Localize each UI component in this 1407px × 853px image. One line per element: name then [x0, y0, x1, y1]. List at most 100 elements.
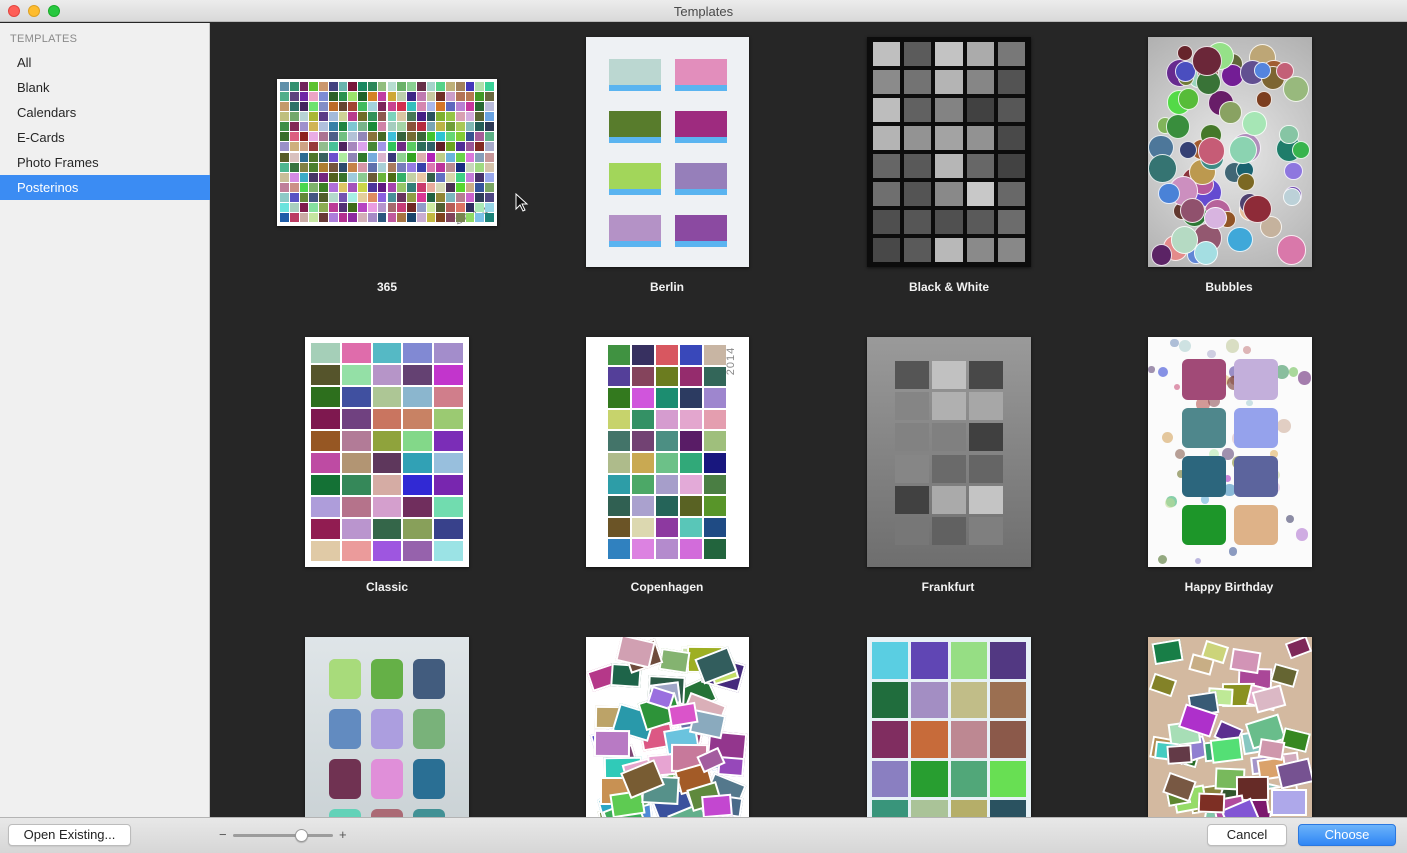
thumbnail-photo-cell: [475, 112, 485, 122]
thumbnail-photo-cell: [475, 182, 485, 192]
thumbnail-photo-cell: [704, 539, 726, 559]
thumbnail-photo-cell: [997, 182, 1025, 206]
thumbnail-photo-cell: [455, 102, 465, 112]
choose-button[interactable]: Choose: [1298, 824, 1396, 846]
thumbnail-photo-cell: [446, 182, 455, 192]
thumbnail-photo-cell: [1234, 359, 1278, 400]
thumbnail-photo-cell: [680, 431, 702, 451]
zoom-in-icon[interactable]: +: [339, 827, 347, 842]
thumbnail-photo-cell: [397, 82, 407, 92]
template-thumbnail-black-and-white[interactable]: [867, 37, 1031, 267]
sidebar-item-calendars[interactable]: Calendars: [0, 100, 210, 125]
thumbnail-photo-cell: [309, 82, 319, 92]
thumbnail-photo-cell: [632, 345, 654, 365]
thumbnail-photo-cell: [367, 122, 377, 132]
thumbnail-photo-cell: [969, 392, 1003, 421]
thumbnail-photo-cell: [895, 485, 929, 514]
thumbnail-bubble: [1229, 135, 1257, 164]
thumbnail-photo-cell: [446, 212, 455, 222]
thumbnail-photo-cell: [485, 102, 494, 112]
template-thumbnail-calendar[interactable]: 2014: [305, 637, 469, 817]
cancel-button[interactable]: Cancel: [1207, 824, 1287, 846]
thumbnail-photo-cell: [319, 152, 328, 162]
thumbnail-photo-cell: [434, 431, 463, 451]
thumbnail-photo-cell: [377, 162, 387, 172]
thumbnail-photo-cell: [367, 82, 377, 92]
template-thumbnail-365[interactable]: 2014: [277, 79, 497, 226]
thumbnail-photo-cell: [475, 132, 485, 142]
template-thumbnail-scattered[interactable]: [586, 637, 749, 817]
thumbnail-photo-cell: [935, 70, 963, 94]
thumbnail-photo-cell: [329, 709, 361, 749]
template-thumbnail-classic[interactable]: [305, 337, 469, 567]
thumbnail-photo-cell: [608, 539, 630, 559]
thumbnail-photo-cell: [407, 122, 416, 132]
thumbnail-photo-cell: [367, 172, 377, 182]
thumbnail-photo-cell: [969, 485, 1003, 514]
template-thumbnail-berlin[interactable]: [586, 37, 749, 267]
thumbnail-photo-cell: [367, 152, 377, 162]
sidebar-item-blank[interactable]: Blank: [0, 75, 210, 100]
thumbnail-photo-cell: [873, 98, 901, 122]
template-thumbnail-copenhagen[interactable]: 2014: [586, 337, 749, 567]
thumbnail-photo-cell: [338, 152, 348, 162]
thumbnail-photo-cell: [299, 162, 309, 172]
thumbnail-photo-cell: [465, 112, 475, 122]
sidebar-item-photo-frames[interactable]: Photo Frames: [0, 150, 210, 175]
thumbnail-photo-cell: [608, 409, 630, 430]
thumbnail-photo-cell: [387, 112, 397, 122]
thumbnail-bubble: [1164, 497, 1175, 508]
open-existing-button[interactable]: Open Existing...: [8, 824, 131, 846]
thumbnail-photo-cell: [434, 409, 463, 429]
thumbnail-photo-cell: [656, 517, 678, 538]
thumbnail-photo-cell: [904, 126, 932, 150]
thumbnail-photo-cell: [377, 112, 387, 122]
template-thumbnail-bubbles[interactable]: [1148, 37, 1312, 267]
thumbnail-photo-cell: [367, 132, 377, 142]
thumbnail-photo-cell: [455, 132, 465, 142]
thumbnail-photo-cell: [416, 92, 426, 102]
sidebar-item-posterinos[interactable]: Posterinos: [0, 175, 210, 200]
thumbnail-photo-cell: [1270, 789, 1308, 817]
thumbnail-photo-cell: [704, 345, 726, 365]
thumbnail-photo-cell: [367, 112, 377, 122]
thumbnail-photo-cell: [416, 102, 426, 112]
thumbnail-photo-cell: [656, 366, 678, 387]
zoom-out-icon[interactable]: −: [219, 827, 227, 842]
thumbnail-photo-cell: [280, 112, 289, 122]
title-bar: Templates: [0, 0, 1407, 22]
thumbnail-photo-cell: [372, 541, 402, 561]
template-thumbnail-scattered-beige[interactable]: [1148, 637, 1312, 817]
thumbnail-photo-cell: [465, 162, 475, 172]
thumbnail-photo-cell: [377, 92, 387, 102]
thumbnail-photo-cell: [311, 519, 340, 539]
thumbnail-photo-cell: [426, 142, 436, 152]
sidebar-item-all[interactable]: All: [0, 50, 210, 75]
templates-window: Templates TEMPLATES All Blank Calendars …: [0, 0, 1407, 853]
sidebar-item-e-cards[interactable]: E-Cards: [0, 125, 210, 150]
thumbnail-photo-cell: [475, 122, 485, 132]
thumbnail-photo-cell: [397, 172, 407, 182]
zoom-slider-track[interactable]: [233, 834, 333, 837]
thumbnail-photo-cell: [436, 82, 446, 92]
template-thumbnail-frankfurt[interactable]: [867, 337, 1031, 567]
template-thumbnail-happy-birthday[interactable]: [1148, 337, 1312, 567]
thumbnail-photo-cell: [377, 192, 387, 202]
thumbnail-photo-cell: [371, 759, 403, 799]
thumbnail-photo-cell: [407, 152, 416, 162]
thumbnail-photo-cell: [319, 132, 328, 142]
thumbnail-photo-cell: [1182, 456, 1226, 497]
template-thumbnail-mosaic[interactable]: [867, 637, 1031, 817]
thumbnail-photo-cell: [289, 122, 299, 132]
thumbnail-photo-cell: [377, 202, 387, 212]
thumbnail-photo-cell: [309, 202, 319, 212]
thumbnail-photo-cell: [416, 182, 426, 192]
thumbnail-photo-cell: [341, 431, 371, 451]
zoom-slider-knob[interactable]: [295, 829, 308, 842]
thumbnail-photo-cell: [309, 182, 319, 192]
thumbnail-photo-cell: [608, 388, 630, 408]
thumbnail-photo-cell: [895, 454, 929, 483]
thumbnail-bubble: [1178, 140, 1197, 159]
thumbnail-photo-cell: [407, 202, 416, 212]
thumbnail-photo-cell: [950, 721, 987, 758]
